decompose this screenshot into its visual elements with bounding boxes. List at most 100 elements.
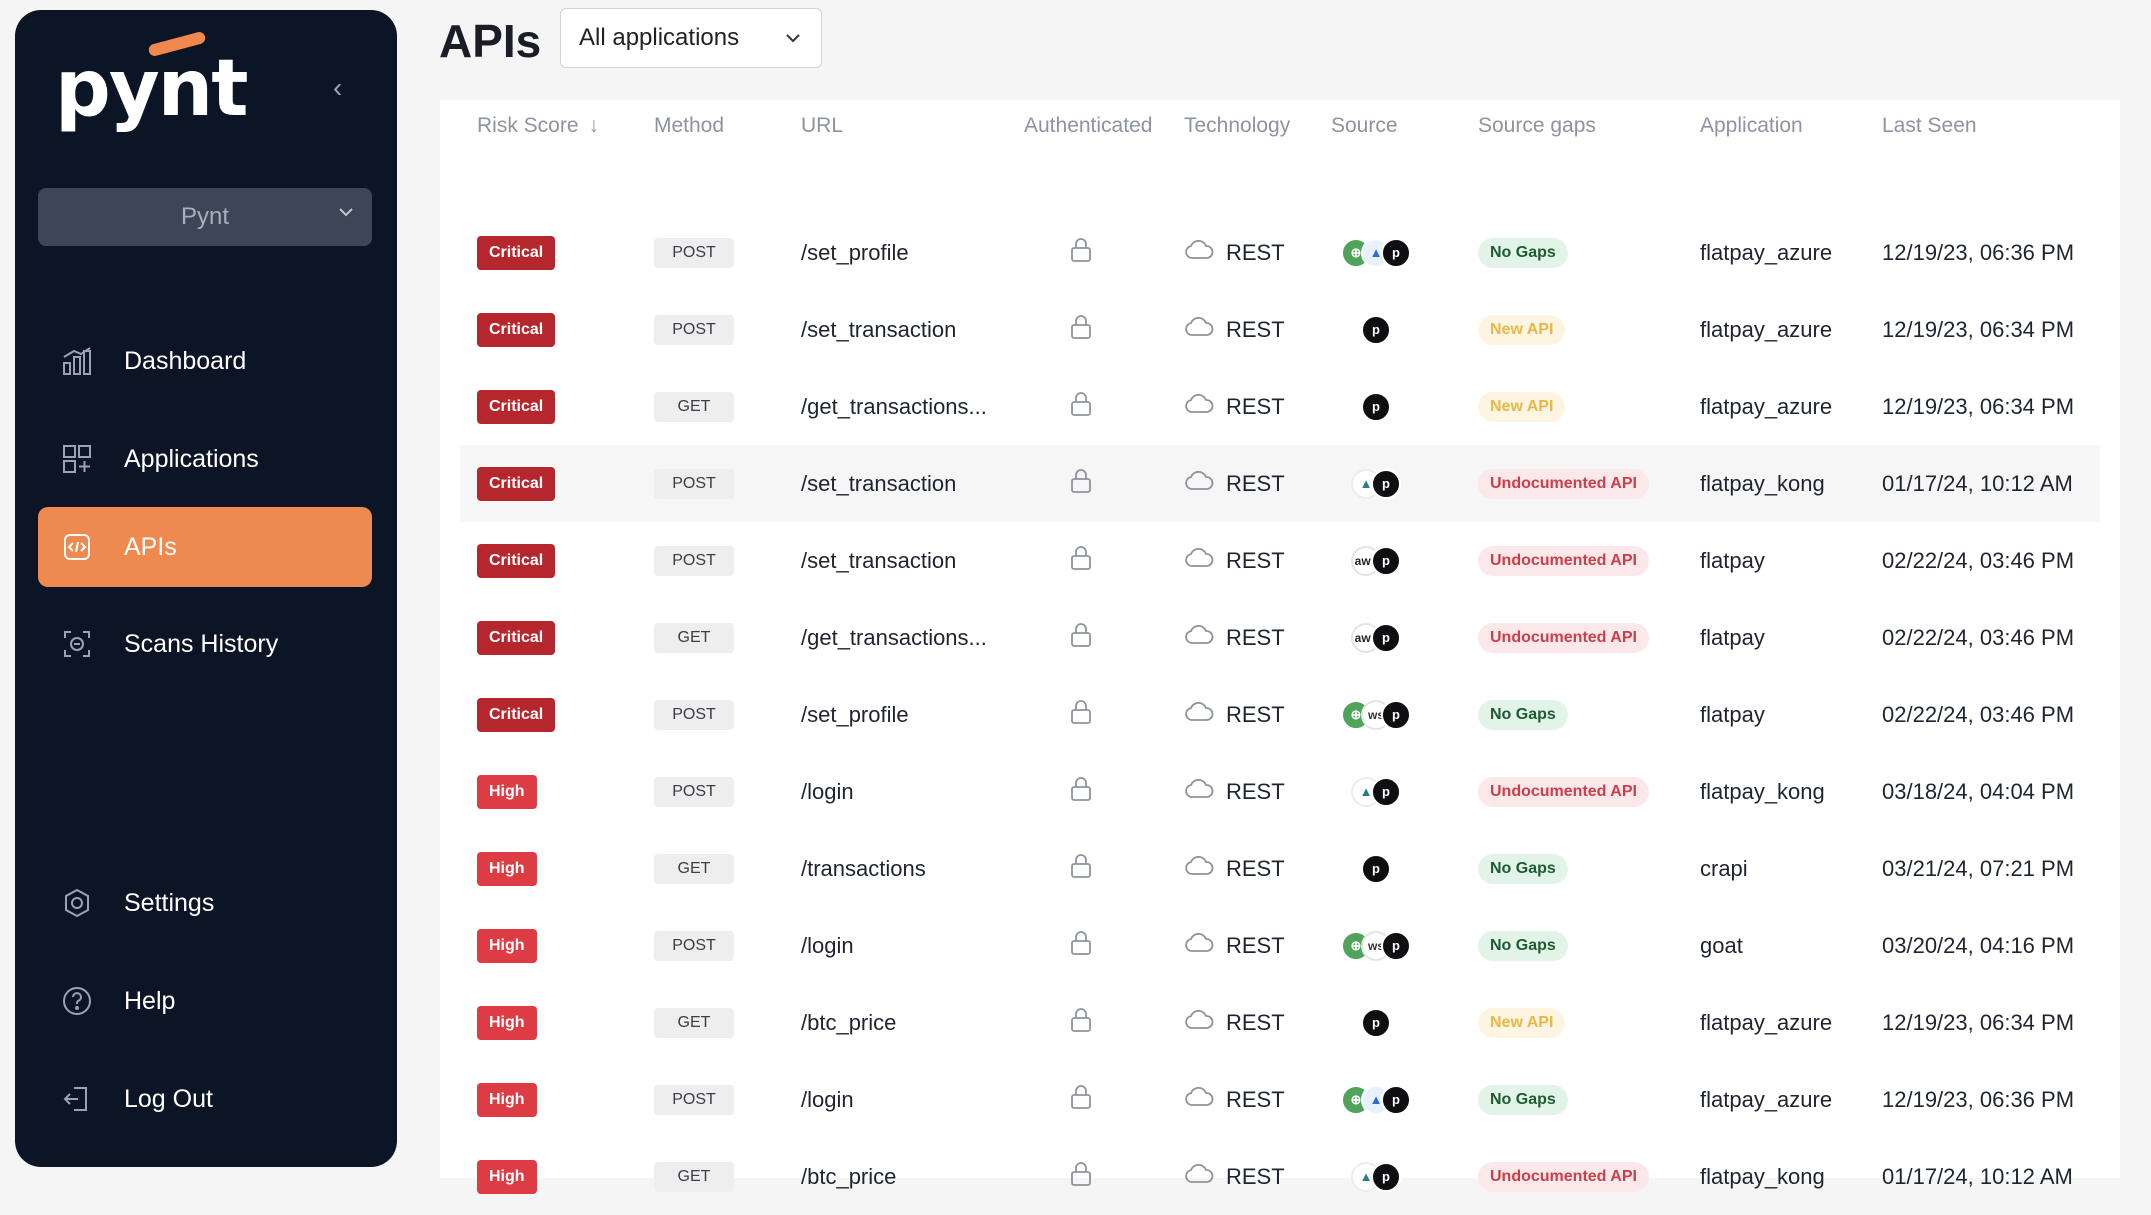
risk-cell: Critical xyxy=(477,522,556,599)
source-gaps-cell: No Gaps xyxy=(1478,830,1568,907)
source-gap-badge: Undocumented API xyxy=(1478,468,1649,499)
last-seen-text: 12/19/23, 06:36 PM xyxy=(1882,1086,2075,1112)
table-row[interactable]: High POST/login REST ⊕ ▲ p No Gaps flatpay_azur… xyxy=(460,1061,2100,1138)
source-gaps-cell: No Gaps xyxy=(1478,676,1568,753)
method-cell: POST xyxy=(654,291,734,368)
nav-scans-history[interactable]: Scans History xyxy=(38,604,372,684)
help-icon xyxy=(60,984,94,1018)
source-gap-badge: New API xyxy=(1478,1007,1566,1038)
application-cell: flatpay_azure xyxy=(1700,291,1832,368)
lock-icon xyxy=(1070,930,1092,962)
risk-badge: High xyxy=(477,774,537,809)
url-cell: /set_profile xyxy=(801,676,909,753)
nav-dashboard[interactable]: Dashboard xyxy=(38,321,372,401)
source-cell: ⊕ ws p xyxy=(1341,907,1411,984)
application-text: flatpay xyxy=(1700,624,1765,650)
url-cell: /get_transactions... xyxy=(801,599,987,676)
method-badge: POST xyxy=(654,468,734,499)
risk-cell: Critical xyxy=(477,676,556,753)
col-risk-score-header[interactable]: Risk Score ↓ xyxy=(477,114,599,138)
risk-cell: High xyxy=(477,907,537,984)
lock-icon xyxy=(1070,622,1092,654)
url-text: /btc_price xyxy=(801,1163,897,1189)
col-method-header[interactable]: Method xyxy=(654,114,724,138)
nav-applications[interactable]: Applications xyxy=(38,419,372,499)
last-seen-text: 01/17/24, 10:12 AM xyxy=(1882,470,2073,496)
url-cell: /login xyxy=(801,1061,854,1138)
pynt-source-icon: p xyxy=(1361,391,1391,422)
url-cell: /login xyxy=(801,907,854,984)
url-cell: /set_transaction xyxy=(801,522,956,599)
table-row[interactable]: Critical POST/set_transaction REST p New API… xyxy=(460,291,2100,368)
source-gap-badge: Undocumented API xyxy=(1478,622,1649,653)
source-gaps-cell: Undocumented API xyxy=(1478,599,1649,676)
col-url-header[interactable]: URL xyxy=(801,114,843,138)
source-icons: ⊕ ▲ p xyxy=(1341,1084,1411,1115)
technology-cell: REST xyxy=(1184,830,1285,907)
col-source-header[interactable]: Source xyxy=(1331,114,1398,138)
risk-cell: High xyxy=(477,1061,537,1138)
method-badge: POST xyxy=(654,545,734,576)
method-badge: POST xyxy=(654,237,734,268)
authenticated-cell xyxy=(1070,830,1092,907)
method-cell: GET xyxy=(654,830,734,907)
col-technology-header[interactable]: Technology xyxy=(1184,114,1290,138)
risk-badge: High xyxy=(477,1082,537,1117)
risk-cell: Critical xyxy=(477,291,556,368)
source-icons: ▲ p xyxy=(1351,468,1401,499)
technology-text: REST xyxy=(1226,393,1285,419)
lock-icon xyxy=(1070,699,1092,731)
risk-cell: High xyxy=(477,830,537,907)
last-seen-cell: 01/17/24, 10:12 AM xyxy=(1882,1138,2073,1215)
nav-log-out[interactable]: Log Out xyxy=(38,1059,372,1139)
org-select[interactable]: Pynt xyxy=(38,188,372,246)
table-row[interactable]: Critical POST/set_transaction REST ▲ p Undocu… xyxy=(460,445,2100,522)
table-row[interactable]: Critical GET/get_transactions... REST aws p U… xyxy=(460,599,2100,676)
url-cell: /transactions xyxy=(801,830,926,907)
source-gaps-cell: No Gaps xyxy=(1478,907,1568,984)
nav-settings[interactable]: Settings xyxy=(38,863,372,943)
technology-text: REST xyxy=(1226,624,1285,650)
collapse-sidebar-icon[interactable]: ‹ xyxy=(333,72,342,104)
url-cell: /set_transaction xyxy=(801,291,956,368)
nav-apis[interactable]: APIs xyxy=(38,507,372,587)
table-row[interactable]: High POST/login REST ⊕ ws p No Gaps goat 03/20/2… xyxy=(460,907,2100,984)
application-cell: goat xyxy=(1700,907,1743,984)
table-row[interactable]: High GET/transactions REST p No Gaps crapi 03/… xyxy=(460,830,2100,907)
sort-arrow-icon[interactable]: ↓ xyxy=(589,114,600,137)
col-source-gaps-header[interactable]: Source gaps xyxy=(1478,114,1596,138)
url-text: /set_transaction xyxy=(801,547,957,573)
url-text: /set_profile xyxy=(801,701,909,727)
col-authenticated-header[interactable]: Authenticated xyxy=(1024,114,1152,138)
column-label: Application xyxy=(1700,114,1803,137)
table-row[interactable]: High GET/btc_price REST ▲ p Undocumented API f… xyxy=(460,1138,2100,1215)
source-icons: aws p xyxy=(1351,622,1401,653)
nav-help[interactable]: Help xyxy=(38,961,372,1041)
risk-cell: High xyxy=(477,1138,537,1215)
application-filter-select[interactable]: All applications xyxy=(560,8,822,68)
source-cell: p xyxy=(1361,984,1391,1061)
table-row[interactable]: Critical POST/set_transaction REST aws p Undo… xyxy=(460,522,2100,599)
chevron-down-icon xyxy=(336,202,356,228)
method-cell: GET xyxy=(654,1138,734,1215)
col-application-header[interactable]: Application xyxy=(1700,114,1803,138)
col-last-seen-header[interactable]: Last Seen xyxy=(1882,114,1977,138)
source-icons: ▲ p xyxy=(1351,776,1401,807)
table-row[interactable]: Critical GET/get_transactions... REST p New … xyxy=(460,368,2100,445)
authenticated-cell xyxy=(1070,753,1092,830)
pynt-source-icon: p xyxy=(1371,468,1401,499)
source-cell: ⊕ ▲ p xyxy=(1341,1061,1411,1138)
table-row[interactable]: Critical POST/set_profile REST ⊕ ▲ p No Gaps fl… xyxy=(460,214,2100,291)
cloud-icon xyxy=(1184,932,1214,959)
table-row[interactable]: Critical POST/set_profile REST ⊕ ws p No Gaps f… xyxy=(460,676,2100,753)
last-seen-text: 12/19/23, 06:36 PM xyxy=(1882,239,2075,265)
table-row[interactable]: High GET/btc_price REST p New API flatpay_azu… xyxy=(460,984,2100,1061)
source-icons: p xyxy=(1361,314,1391,345)
url-text: /set_transaction xyxy=(801,316,957,342)
application-cell: flatpay xyxy=(1700,522,1765,599)
technology-cell: REST xyxy=(1184,907,1285,984)
table-row[interactable]: High POST/login REST ▲ p Undocumented API flat… xyxy=(460,753,2100,830)
url-text: /login xyxy=(801,1086,854,1112)
nav-label: Scans History xyxy=(124,629,279,658)
logout-icon xyxy=(60,1082,94,1116)
